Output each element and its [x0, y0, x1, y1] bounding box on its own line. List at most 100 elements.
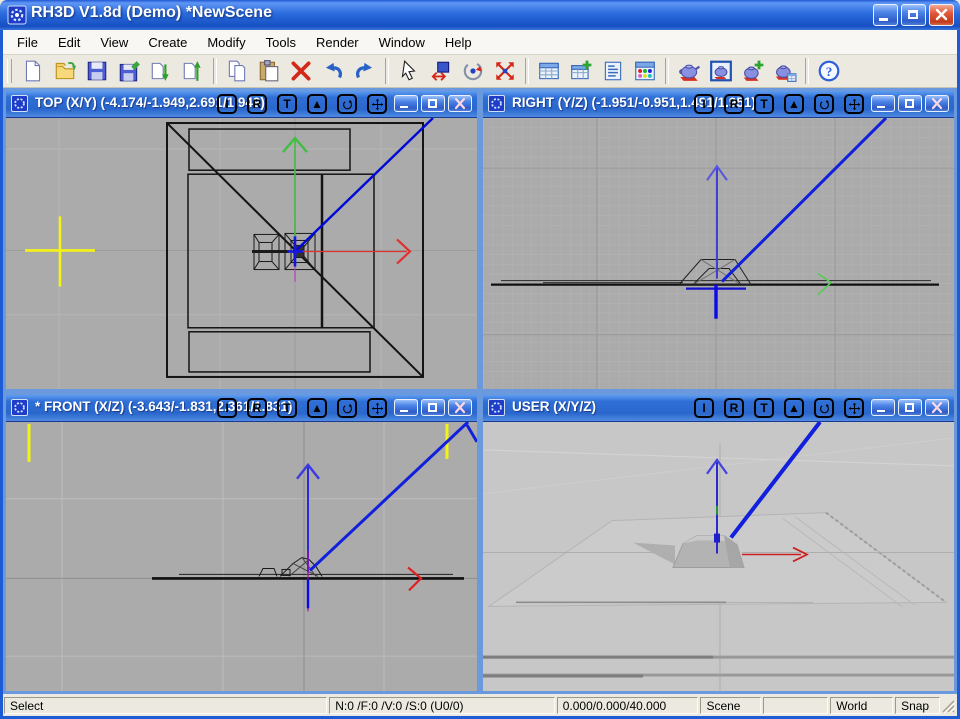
- viewport-render-button-right[interactable]: R: [724, 94, 744, 114]
- viewport-top-drawing: [6, 118, 477, 389]
- status-counts: N:0 /F:0 /V:0 /S:0 (U0/0): [329, 697, 554, 714]
- viewport-close-button-top[interactable]: [448, 95, 472, 112]
- minimize-icon: [879, 18, 888, 21]
- viewport-maximize-button-front[interactable]: [421, 399, 445, 416]
- toolbar-separator: [525, 58, 529, 84]
- viewport-shaded-button-user[interactable]: ▲: [784, 398, 804, 418]
- select-tool-button[interactable]: [393, 56, 425, 87]
- window-close-button[interactable]: [929, 4, 954, 26]
- viewport-close-button-front[interactable]: [448, 399, 472, 416]
- viewport-user-canvas[interactable]: [483, 422, 954, 691]
- save-scene-button[interactable]: [81, 56, 113, 87]
- help-button[interactable]: ?: [813, 56, 845, 87]
- window-titlebar[interactable]: RH3D V1.8d (Demo) *NewScene: [0, 0, 960, 30]
- viewport-maximize-button-user[interactable]: [898, 399, 922, 416]
- move-tool-button[interactable]: [425, 56, 457, 87]
- undo-icon: [321, 59, 345, 83]
- window-minimize-button[interactable]: [873, 4, 898, 26]
- viewport-top-canvas[interactable]: [6, 118, 477, 389]
- open-scene-button[interactable]: [49, 56, 81, 87]
- scale-tool-button[interactable]: [489, 56, 521, 87]
- viewport-minimize-button-front[interactable]: [394, 399, 418, 416]
- copy-button[interactable]: [221, 56, 253, 87]
- toolbar-grip[interactable]: [7, 59, 12, 83]
- viewport-shaded-button-top[interactable]: ▲: [307, 94, 327, 114]
- add-object-table-button[interactable]: [565, 56, 597, 87]
- new-scene-button[interactable]: [17, 56, 49, 87]
- viewport-titlebar-front[interactable]: * FRONT (X/Z) (-3.643/-1.831,2.361/1.831…: [6, 395, 477, 422]
- window-maximize-button[interactable]: [901, 4, 926, 26]
- viewport-minimize-button-top[interactable]: [394, 95, 418, 112]
- undo-button[interactable]: [317, 56, 349, 87]
- viewport-render-button-top[interactable]: R: [247, 94, 267, 114]
- viewport-info-button-user[interactable]: I: [694, 398, 714, 418]
- viewport-pan-button-top[interactable]: [367, 94, 387, 114]
- material-table-button[interactable]: [629, 56, 661, 87]
- render-scene-button[interactable]: [673, 56, 705, 87]
- save-scene-as-button[interactable]: [113, 56, 145, 87]
- viewport-render-button-front[interactable]: R: [247, 398, 267, 418]
- viewport-right-drawing: [483, 118, 954, 389]
- import-button[interactable]: [145, 56, 177, 87]
- viewport-rotate-button-top[interactable]: [337, 94, 357, 114]
- viewport-minimize-button-right[interactable]: [871, 95, 895, 112]
- viewport-info-button-front[interactable]: I: [217, 398, 237, 418]
- viewport-texture-button-top[interactable]: T: [277, 94, 297, 114]
- viewport-texture-button-right[interactable]: T: [754, 94, 774, 114]
- viewport-window-top: TOP (X/Y) (-4.174/-1.949,2.691/1.949) IR…: [3, 88, 480, 392]
- viewport-titlebar-right[interactable]: RIGHT (Y/Z) (-1.951/-0.951,1.491/1.951) …: [483, 91, 954, 118]
- viewport-pan-button-front[interactable]: [367, 398, 387, 418]
- status-scene: Scene: [700, 697, 761, 714]
- viewport-maximize-button-right[interactable]: [898, 95, 922, 112]
- viewport-rotate-button-front[interactable]: [337, 398, 357, 418]
- viewport-window-user: USER (X/Y/Z) IRT▲: [480, 392, 957, 694]
- close-icon: [449, 400, 471, 415]
- viewport-info-button-top[interactable]: I: [217, 94, 237, 114]
- resize-grip[interactable]: [942, 697, 956, 714]
- viewport-close-button-user[interactable]: [925, 399, 949, 416]
- viewport-texture-button-user[interactable]: T: [754, 398, 774, 418]
- menu-item-help[interactable]: Help: [435, 32, 482, 53]
- paste-button[interactable]: [253, 56, 285, 87]
- rotate-tool-button[interactable]: [457, 56, 489, 87]
- close-icon: [926, 400, 948, 415]
- menu-item-edit[interactable]: Edit: [48, 32, 90, 53]
- viewport-titlebar-user[interactable]: USER (X/Y/Z) IRT▲: [483, 395, 954, 422]
- delete-button[interactable]: [285, 56, 317, 87]
- menu-item-modify[interactable]: Modify: [197, 32, 255, 53]
- menu-item-file[interactable]: File: [7, 32, 48, 53]
- viewport-render-button-user[interactable]: R: [724, 398, 744, 418]
- viewport-right-canvas[interactable]: [483, 118, 954, 389]
- redo-button[interactable]: [349, 56, 381, 87]
- menubar: FileEditViewCreateModifyToolsRenderWindo…: [3, 30, 957, 55]
- object-list-button[interactable]: [597, 56, 629, 87]
- viewport-info-button-right[interactable]: I: [694, 94, 714, 114]
- viewport-rotate-button-right[interactable]: [814, 94, 834, 114]
- viewport-maximize-button-top[interactable]: [421, 95, 445, 112]
- menu-item-window[interactable]: Window: [369, 32, 435, 53]
- viewport-pan-button-right[interactable]: [844, 94, 864, 114]
- resize-grip-icon: [942, 697, 956, 714]
- viewport-front-canvas[interactable]: [6, 422, 477, 691]
- export-file-icon: [181, 59, 205, 83]
- render-view-button[interactable]: [705, 56, 737, 87]
- viewport-shaded-button-right[interactable]: ▲: [784, 94, 804, 114]
- viewport-minimize-button-user[interactable]: [871, 399, 895, 416]
- menu-item-render[interactable]: Render: [306, 32, 369, 53]
- menu-item-create[interactable]: Create: [138, 32, 197, 53]
- viewport-rotate-button-user[interactable]: [814, 398, 834, 418]
- object-list-icon: [601, 59, 625, 83]
- viewport-pan-button-user[interactable]: [844, 398, 864, 418]
- maximize-icon: [905, 99, 914, 108]
- object-table-button[interactable]: [533, 56, 565, 87]
- render-settings-button[interactable]: [769, 56, 801, 87]
- menu-item-tools[interactable]: Tools: [256, 32, 306, 53]
- viewport-titlebar-top[interactable]: TOP (X/Y) (-4.174/-1.949,2.691/1.949) IR…: [6, 91, 477, 118]
- toolbar-separator: [385, 58, 389, 84]
- viewport-texture-button-front[interactable]: T: [277, 398, 297, 418]
- export-button[interactable]: [177, 56, 209, 87]
- viewport-close-button-right[interactable]: [925, 95, 949, 112]
- viewport-shaded-button-front[interactable]: ▲: [307, 398, 327, 418]
- render-add-button[interactable]: [737, 56, 769, 87]
- menu-item-view[interactable]: View: [90, 32, 138, 53]
